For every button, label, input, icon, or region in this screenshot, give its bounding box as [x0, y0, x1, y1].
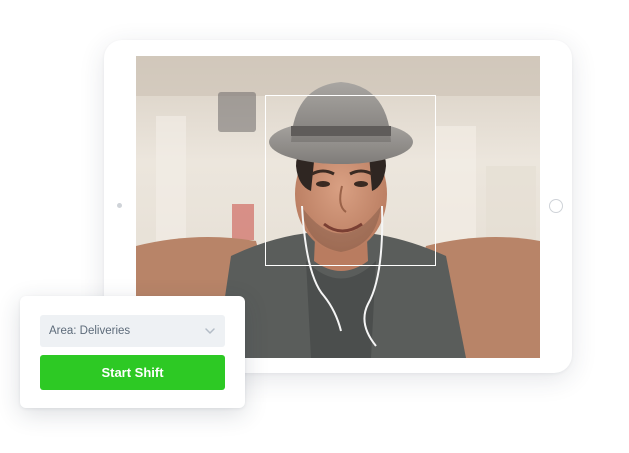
face-detection-box: [265, 95, 436, 266]
area-select[interactable]: Area: Deliveries: [40, 315, 225, 347]
tablet-home-button: [549, 199, 563, 213]
area-select-value: Area: Deliveries: [49, 325, 131, 337]
chevron-down-icon: [205, 328, 215, 334]
tablet-camera: [117, 203, 122, 208]
shift-card: Area: Deliveries Start Shift: [20, 296, 245, 408]
start-shift-button[interactable]: Start Shift: [40, 355, 225, 390]
